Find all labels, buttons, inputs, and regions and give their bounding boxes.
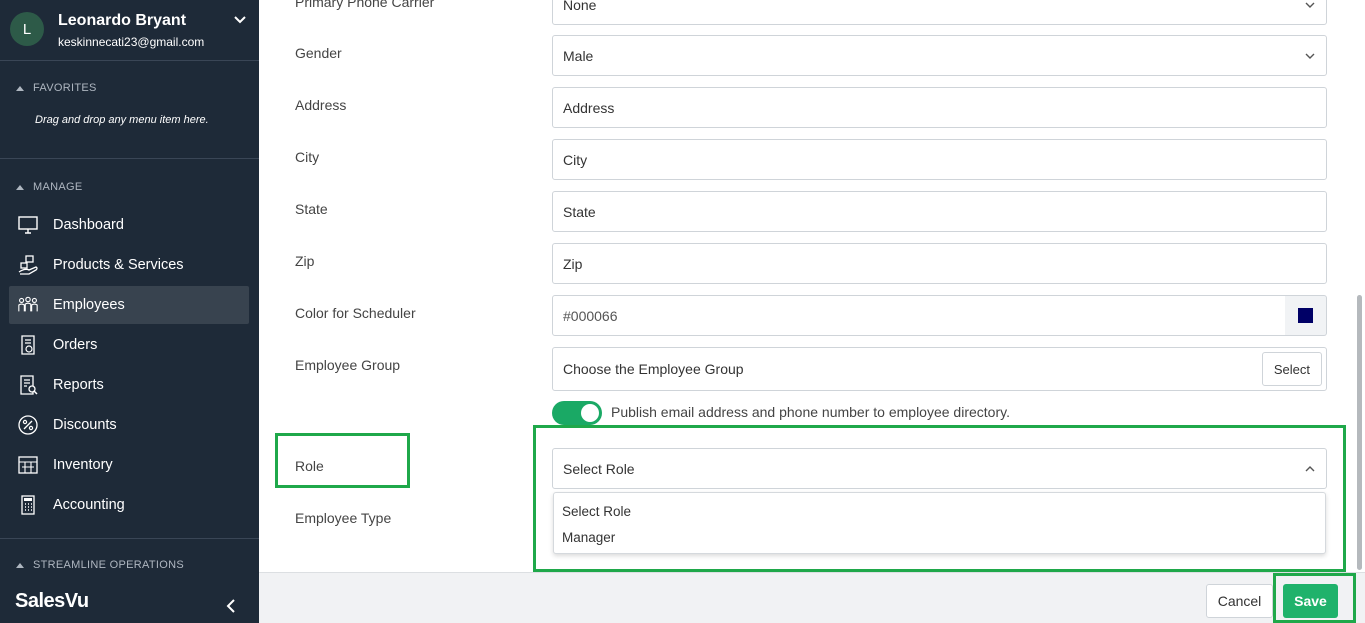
inventory-icon <box>17 454 39 476</box>
color-swatch <box>1298 308 1313 323</box>
cancel-button[interactable]: Cancel <box>1206 584 1273 618</box>
color-input[interactable]: #000066 <box>552 295 1286 336</box>
manage-header[interactable]: MANAGE <box>16 181 82 193</box>
gender-label: Gender <box>295 45 342 61</box>
percent-icon <box>17 414 39 436</box>
user-menu[interactable]: L Leonardo Bryant keskinnecati23@gmail.c… <box>0 0 259 60</box>
sidebar-item-dashboard[interactable]: Dashboard <box>9 206 249 244</box>
color-label: Color for Scheduler <box>295 305 416 321</box>
products-icon <box>17 254 39 276</box>
publish-label: Publish email address and phone number t… <box>611 404 1010 420</box>
state-label: State <box>295 201 328 217</box>
favorites-hint: Drag and drop any menu item here. <box>35 114 209 126</box>
zip-placeholder: Zip <box>563 255 583 272</box>
chevron-down-icon[interactable] <box>232 12 248 28</box>
employees-icon <box>17 294 39 316</box>
favorites-header[interactable]: FAVORITES <box>16 82 97 94</box>
save-button-highlight <box>1273 573 1356 623</box>
streamline-header[interactable]: STREAMLINE OPERATIONS <box>16 559 184 571</box>
address-placeholder: Address <box>563 99 615 116</box>
calculator-icon <box>17 494 39 516</box>
zip-input[interactable]: Zip <box>552 243 1327 284</box>
state-placeholder: State <box>563 203 596 220</box>
gender-select[interactable]: Male <box>552 35 1327 76</box>
sidebar: L Leonardo Bryant keskinnecati23@gmail.c… <box>0 0 259 623</box>
scrollbar[interactable] <box>1357 295 1362 570</box>
sidebar-item-orders[interactable]: Orders <box>9 326 249 364</box>
carrier-value: None <box>563 0 597 13</box>
sidebar-item-label: Inventory <box>53 457 113 473</box>
group-label: Employee Group <box>295 357 401 373</box>
reports-icon <box>17 374 39 396</box>
sidebar-item-label: Dashboard <box>53 217 124 233</box>
address-input[interactable]: Address <box>552 87 1327 128</box>
state-input[interactable]: State <box>552 191 1327 232</box>
role-label-highlight <box>275 433 410 488</box>
carrier-label: Primary Phone Carrier <box>295 0 435 10</box>
user-name: Leonardo Bryant <box>58 12 187 29</box>
sidebar-item-discounts[interactable]: Discounts <box>9 406 249 444</box>
group-select-button[interactable]: Select <box>1261 352 1322 386</box>
color-value: #000066 <box>563 307 618 324</box>
divider <box>0 158 259 159</box>
divider <box>0 538 259 539</box>
zip-label: Zip <box>295 253 315 269</box>
chevron-down-icon <box>1305 2 1315 8</box>
role-select-highlight <box>533 425 1346 572</box>
sidebar-item-label: Accounting <box>53 497 125 513</box>
avatar: L <box>10 12 44 46</box>
sidebar-item-products[interactable]: Products & Services <box>9 246 249 284</box>
form-footer: Cancel Save <box>259 572 1365 623</box>
user-email: keskinnecati23@gmail.com <box>58 35 205 49</box>
sidebar-item-label: Products & Services <box>53 257 184 273</box>
divider <box>0 60 259 61</box>
chevron-left-icon[interactable] <box>224 598 238 614</box>
gender-value: Male <box>563 47 594 64</box>
address-label: Address <box>295 97 347 113</box>
main-content: Primary Phone Carrier None Gender Male A… <box>259 0 1365 623</box>
publish-toggle[interactable] <box>552 401 602 425</box>
sidebar-item-label: Orders <box>53 337 98 353</box>
city-label: City <box>295 149 320 165</box>
group-input[interactable]: Choose the Employee Group Select <box>552 347 1327 391</box>
toggle-knob <box>581 404 599 422</box>
sidebar-item-label: Employees <box>53 297 125 313</box>
employee-type-label: Employee Type <box>295 510 392 526</box>
group-placeholder: Choose the Employee Group <box>563 361 744 377</box>
sidebar-item-label: Discounts <box>53 417 117 433</box>
orders-icon <box>17 334 39 356</box>
sidebar-item-inventory[interactable]: Inventory <box>9 446 249 484</box>
sidebar-item-accounting[interactable]: Accounting <box>9 486 249 524</box>
chevron-down-icon <box>1305 53 1315 59</box>
city-input[interactable]: City <box>552 139 1327 180</box>
carrier-select[interactable]: None <box>552 0 1327 25</box>
sidebar-item-label: Reports <box>53 377 104 393</box>
sidebar-item-employees[interactable]: Employees <box>9 286 249 324</box>
brand-logo: SalesVu <box>15 590 89 612</box>
city-placeholder: City <box>563 151 588 168</box>
sidebar-item-reports[interactable]: Reports <box>9 366 249 404</box>
color-picker-button[interactable] <box>1285 295 1327 336</box>
monitor-icon <box>17 214 39 236</box>
